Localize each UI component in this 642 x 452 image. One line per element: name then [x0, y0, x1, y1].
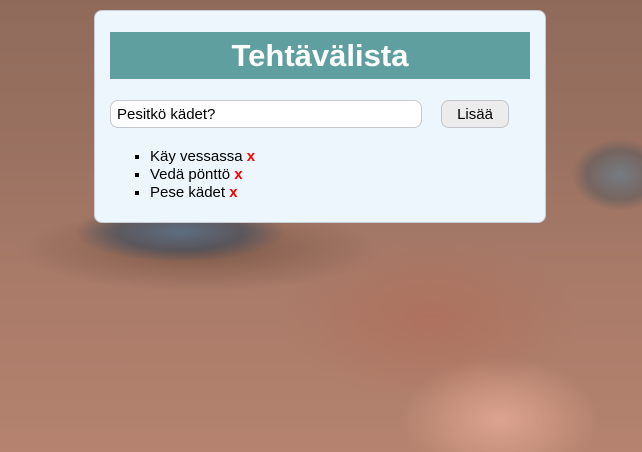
delete-icon[interactable]: x [229, 184, 237, 201]
delete-icon[interactable]: x [247, 148, 255, 165]
todo-text: Käy vessassa [150, 148, 243, 165]
todo-list: Käy vessassa x Vedä pönttö x Pese kädet … [110, 148, 530, 202]
title-bar: Tehtävälista [110, 32, 530, 79]
list-item: Käy vessassa x [150, 148, 530, 166]
todo-text: Vedä pönttö [150, 166, 231, 183]
delete-icon[interactable]: x [234, 166, 242, 183]
todo-panel: Tehtävälista Lisää Käy vessassa x Vedä p… [94, 10, 546, 223]
todo-text: Pese kädet [150, 184, 226, 201]
page-background: { "app": { "title": "Tehtävälista" }, "f… [0, 0, 642, 452]
list-item: Pese kädet x [150, 184, 530, 202]
todo-input[interactable] [110, 100, 422, 128]
app-title: Tehtävälista [231, 37, 409, 73]
add-button[interactable]: Lisää [441, 100, 509, 128]
add-todo-form: Lisää [110, 100, 530, 128]
list-item: Vedä pönttö x [150, 166, 530, 184]
